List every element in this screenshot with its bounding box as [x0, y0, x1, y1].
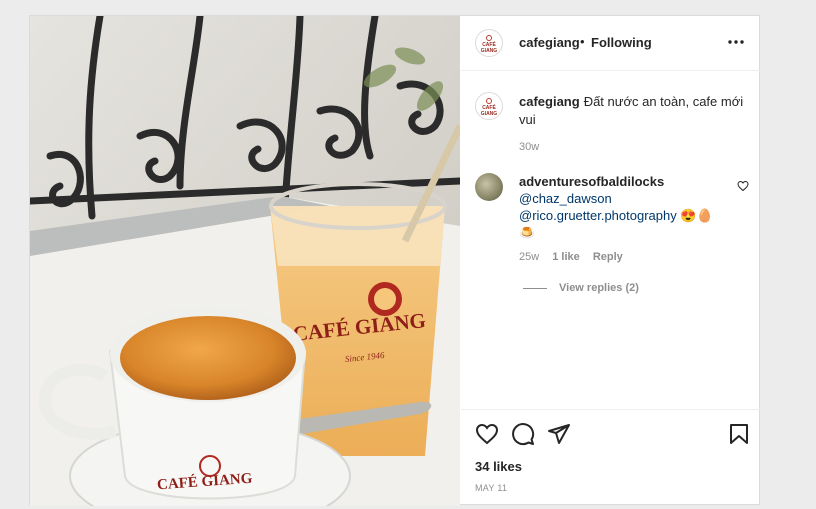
comment-likes[interactable]: 1 like	[552, 251, 580, 263]
view-replies-label: View replies (2)	[559, 282, 639, 294]
header-separator: •	[580, 34, 585, 49]
comment-time[interactable]: 25w	[519, 251, 539, 263]
cup-logo-icon	[486, 35, 492, 41]
save-bookmark-icon[interactable]	[727, 422, 751, 446]
comment-mention[interactable]: @rico.gruetter.photography	[519, 208, 677, 223]
post-actions: 34 likes MAY 11	[461, 409, 761, 507]
header-username[interactable]: cafegiang	[519, 35, 580, 50]
replies-divider	[523, 287, 547, 289]
more-options-icon[interactable]	[726, 32, 746, 52]
comment-emoji-line: 🍮	[519, 225, 536, 240]
post-side-panel: CAFÉ GIANG cafegiang • Following CAFÉ GI…	[461, 16, 761, 506]
comment: adventuresofbaldilocks @chaz_dawson @ric…	[519, 173, 729, 241]
view-replies-button[interactable]: View replies (2)	[523, 282, 639, 294]
like-heart-icon[interactable]	[475, 422, 499, 446]
profile-avatar[interactable]: CAFÉ GIANG	[475, 29, 503, 57]
comment-bubble-icon[interactable]	[511, 422, 535, 446]
comment-reply-button[interactable]: Reply	[593, 251, 623, 263]
instagram-post: CAFÉ GIANG Since 1946 CAFÉ GIANG CAFÉ GI…	[29, 15, 761, 506]
share-paper-plane-icon[interactable]	[547, 422, 571, 446]
post-caption: cafegiang Đất nước an toàn, cafe mới vui …	[519, 93, 744, 156]
comment-meta: 25w 1 like Reply	[519, 251, 633, 263]
caption-username[interactable]: cafegiang	[519, 94, 580, 109]
cup-logo-icon	[486, 98, 492, 104]
post-date[interactable]: MAY 11	[475, 483, 507, 493]
comment-username[interactable]: adventuresofbaldilocks	[519, 173, 729, 190]
avatar-logo-text: CAFÉ GIANG	[480, 42, 498, 54]
caption-avatar[interactable]: CAFÉ GIANG	[475, 92, 503, 120]
post-photo[interactable]: CAFÉ GIANG Since 1946 CAFÉ GIANG	[30, 16, 460, 506]
caption-avatar-logo-text: CAFÉ GIANG	[480, 105, 498, 117]
comment-mention[interactable]: @chaz_dawson	[519, 190, 729, 207]
comment-like-icon[interactable]	[737, 180, 749, 192]
caption-time[interactable]: 30w	[519, 141, 539, 153]
commenter-avatar[interactable]	[475, 173, 503, 201]
post-header: CAFÉ GIANG cafegiang • Following	[461, 16, 761, 71]
likes-count[interactable]: 34 likes	[475, 459, 522, 474]
comment-emoji: 😍🥚	[680, 208, 713, 223]
following-button[interactable]: Following	[591, 35, 652, 50]
